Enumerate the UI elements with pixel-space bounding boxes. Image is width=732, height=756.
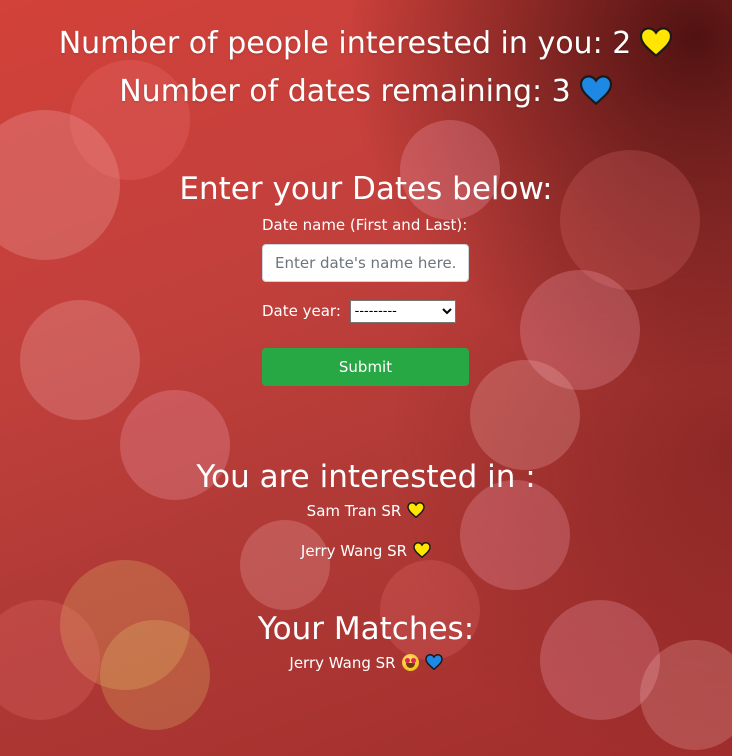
yellow-heart-icon — [639, 27, 673, 57]
star-struck-face-icon — [401, 654, 419, 671]
date-name-input[interactable] — [262, 244, 469, 282]
matches-title: Your Matches: — [257, 611, 475, 647]
interested-count-text: Number of people interested in you: 2 — [58, 26, 632, 61]
remaining-count-line: Number of dates remaining: 3 — [0, 74, 732, 110]
interested-name: Jerry Wang SR — [300, 542, 408, 560]
yellow-heart-icon — [407, 502, 426, 518]
date-year-select[interactable]: --------- — [349, 300, 456, 323]
date-year-label: Date year: — [262, 302, 341, 320]
main-content: Number of people interested in you: 2 Nu… — [0, 0, 732, 756]
date-name-label: Date name (First and Last): — [262, 216, 468, 234]
form-title: Enter your Dates below: — [179, 171, 553, 207]
match-name: Jerry Wang SR — [289, 654, 396, 672]
yellow-heart-icon — [413, 542, 431, 558]
blue-heart-icon — [579, 75, 613, 105]
list-item: Jerry Wang SR — [0, 540, 732, 562]
list-item: Jerry Wang SR — [0, 652, 732, 674]
interested-count-line: Number of people interested in you: 2 — [0, 26, 732, 62]
remaining-count-text: Number of dates remaining: 3 — [119, 74, 571, 109]
interested-title: You are interested in : — [196, 459, 536, 495]
date-entry-form: Date name (First and Last): Date year: -… — [262, 214, 482, 386]
blue-heart-icon — [424, 654, 443, 670]
submit-button[interactable]: Submit — [262, 348, 469, 386]
interested-name: Sam Tran SR — [306, 502, 402, 520]
date-year-row: Date year: --------- — [262, 299, 482, 323]
list-item: Sam Tran SR — [0, 500, 732, 522]
